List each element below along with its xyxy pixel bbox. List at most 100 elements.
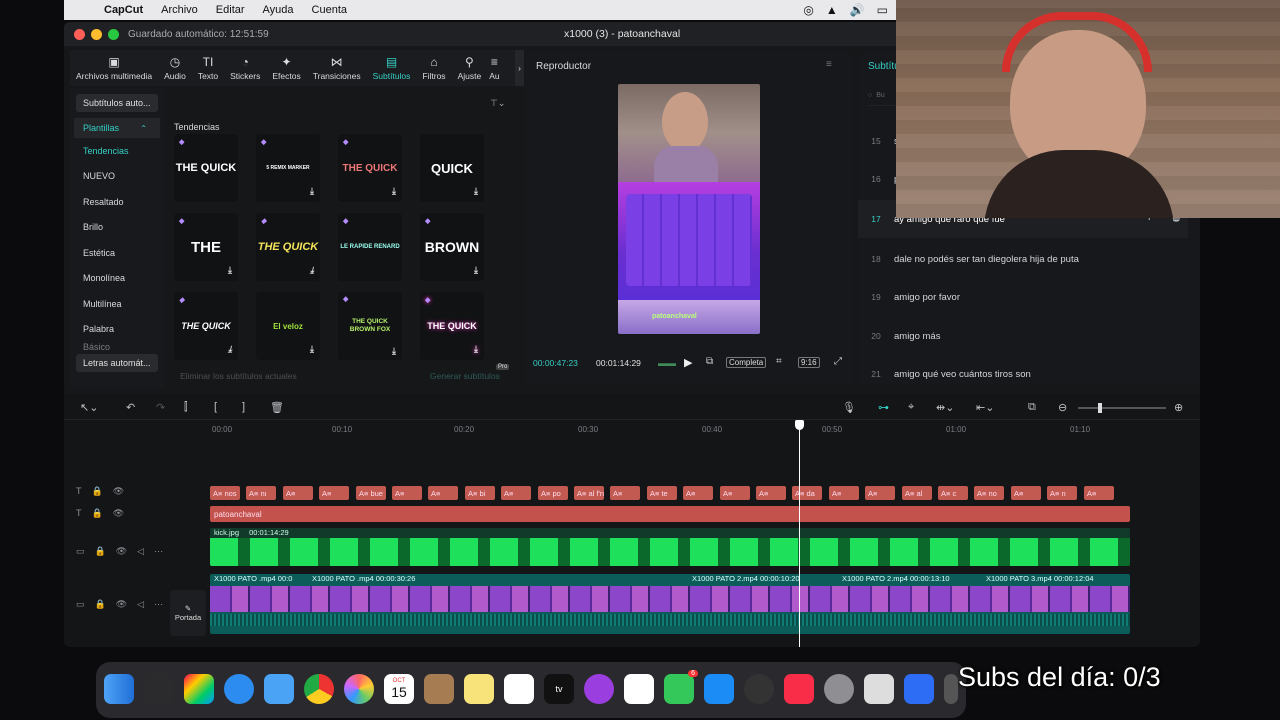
system-settings-icon[interactable]	[824, 674, 854, 704]
template-card[interactable]: ◆ THE QUICK ⤓	[338, 134, 402, 202]
waveform-icon[interactable]: ▬▬	[658, 358, 676, 368]
tool-effects[interactable]: ✦ Efectos	[266, 50, 306, 86]
template-card[interactable]: El veloz ⤓	[256, 292, 320, 360]
lock-icon[interactable]: 🔒	[92, 486, 103, 497]
eye-icon[interactable]: 👁	[116, 546, 127, 557]
finder-icon[interactable]	[104, 674, 134, 704]
podcasts-icon[interactable]	[584, 674, 614, 704]
screenshot-icon[interactable]: ⌗	[776, 356, 782, 367]
battery-icon[interactable]: ▭	[877, 3, 888, 17]
menu-app-name[interactable]: CapCut	[104, 4, 143, 16]
subtitle-clip[interactable]: A≡ bue	[356, 486, 386, 500]
snap-icon[interactable]: ⇤⌄	[976, 401, 994, 414]
split-icon[interactable]: ⫿	[184, 401, 188, 414]
auto-subtitles-button[interactable]: Subtítulos auto...	[76, 94, 158, 112]
more-options-icon[interactable]: ⋯	[154, 546, 163, 557]
tool-stickers[interactable]: ◔ Stickers	[224, 50, 266, 86]
mic-icon[interactable]: 🎙	[842, 401, 856, 414]
row-text[interactable]: amigo qué veo cuántos tiros son	[894, 369, 1031, 380]
tool-subtitles[interactable]: ▤ Subtítulos	[367, 50, 417, 86]
reminders-icon[interactable]	[624, 674, 654, 704]
calendar-icon[interactable]: OCT 15	[384, 674, 414, 704]
contacts-icon[interactable]	[424, 674, 454, 704]
subtitle-clip[interactable]: A≡	[319, 486, 349, 500]
subtitle-clip[interactable]: A≡	[392, 486, 422, 500]
airplay-icon[interactable]: ▲	[826, 3, 838, 17]
mail-icon[interactable]	[264, 674, 294, 704]
subtitle-row[interactable]: 18 dale no podés ser tan diegolera hija d…	[858, 240, 1188, 278]
subtitle-row[interactable]: 20 amigo más	[858, 317, 1188, 355]
template-card[interactable]: ◆ THE QUICK	[174, 134, 238, 202]
zoom-slider-handle[interactable]	[1098, 403, 1102, 413]
tool-text[interactable]: TI Texto	[192, 50, 224, 86]
menu-icon[interactable]: ≡	[826, 59, 832, 70]
subtitle-clip[interactable]: A≡ al f'n	[574, 486, 604, 500]
tool-media[interactable]: ▣ Archivos multimedia	[70, 50, 158, 86]
lock-icon[interactable]: 🔒	[95, 546, 106, 557]
fit-icon[interactable]: ⧉	[1028, 401, 1036, 414]
freeform-icon[interactable]	[504, 674, 534, 704]
eye-icon[interactable]: 👁	[116, 599, 127, 610]
tool-more[interactable]: ≡ Au	[487, 50, 501, 86]
redo-icon[interactable]: ↷	[156, 401, 165, 414]
music-icon[interactable]	[784, 674, 814, 704]
menu-item-palabra[interactable]: Palabra	[70, 317, 164, 343]
aspect-ratio-button[interactable]: 9:16	[798, 357, 820, 368]
capcut-dock-icon[interactable]	[744, 674, 774, 704]
row-text[interactable]: amigo más	[894, 331, 940, 342]
template-card[interactable]: ◆ THE QUICK ⤓	[420, 292, 484, 360]
template-card[interactable]: ◆ THE QUICK ⤓	[174, 292, 238, 360]
eye-icon[interactable]: 👁	[113, 508, 124, 519]
playhead-handle[interactable]	[795, 420, 804, 430]
apple-tv-icon[interactable]: tv	[544, 674, 574, 704]
audio-mute-icon[interactable]: ◁	[137, 546, 144, 557]
subtitle-clip[interactable]: A≡	[865, 486, 895, 500]
subtitle-clip[interactable]: A≡	[1084, 486, 1114, 500]
menu-item-brillo[interactable]: Brillo	[70, 215, 164, 241]
notes-icon[interactable]	[464, 674, 494, 704]
lock-icon[interactable]: 🔒	[92, 508, 103, 519]
subtitle-clip[interactable]: A≡ nos	[210, 486, 240, 500]
split-right-icon[interactable]: ]	[242, 401, 245, 413]
subtitle-row[interactable]: 21 amigo qué veo cuántos tiros son	[858, 355, 1188, 393]
template-card[interactable]: ◆ THE QUICK BROWN FOX ⤓	[338, 292, 402, 360]
time-ruler[interactable]: 00:00 00:10 00:20 00:30 00:40 00:50 01:0…	[210, 422, 1190, 436]
main-video-track[interactable]: X1000 PATO .mp4 00:0 X1000 PATO .mp4 00:…	[210, 574, 1130, 634]
subtitle-clip[interactable]: A≡	[610, 486, 640, 500]
menu-editar[interactable]: Editar	[216, 4, 245, 16]
subtitle-row[interactable]: 19 amigo por favor	[858, 278, 1188, 316]
cover-button[interactable]: ✎ Portada	[170, 590, 206, 636]
image-clip[interactable]: kick.jpg 00:01:14:29	[210, 528, 1130, 566]
eye-icon[interactable]: 👁	[113, 486, 124, 497]
menu-archivo[interactable]: Archivo	[161, 4, 198, 16]
playhead[interactable]	[795, 420, 804, 647]
generate-subtitles-button[interactable]: Generar subtítulos	[430, 371, 500, 381]
template-card[interactable]: ◆ LE RAPIDE RENARD	[338, 213, 402, 281]
volume-icon[interactable]: 🔊	[850, 3, 865, 17]
script-editor-icon[interactable]	[864, 674, 894, 704]
close-window-button[interactable]	[74, 29, 85, 40]
auto-lyrics-button[interactable]: Letras automát...	[76, 354, 158, 372]
subtitle-clip[interactable]: A≡	[428, 486, 458, 500]
template-card[interactable]: ◆ 5 REMIX MARKER ⤓	[256, 134, 320, 202]
template-card[interactable]: ◆ THE ⤓	[174, 213, 238, 281]
subtitle-clip[interactable]: A≡	[720, 486, 750, 500]
subtitle-clip[interactable]: A≡ te	[647, 486, 677, 500]
subtitle-clip[interactable]: A≡ c	[938, 486, 968, 500]
zoom-out-icon[interactable]: ⊖	[1058, 401, 1067, 414]
subtitle-clip[interactable]: A≡ no	[974, 486, 1004, 500]
minimize-window-button[interactable]	[91, 29, 102, 40]
subtitle-clip[interactable]: A≡	[1011, 486, 1041, 500]
text-clip[interactable]: patoanchaval	[210, 506, 1130, 522]
filter-icon[interactable]: ⊤⌄	[490, 98, 505, 109]
tool-audio[interactable]: ◷ Audio	[158, 50, 192, 86]
menu-item-monolinea[interactable]: Monolínea	[70, 266, 164, 292]
subtitle-clip[interactable]: A≡	[756, 486, 786, 500]
messages-icon[interactable]: 6	[664, 670, 698, 704]
zoom-slider[interactable]	[1078, 403, 1166, 413]
preview-quality-button[interactable]: Completa	[726, 357, 767, 368]
subtitle-clip[interactable]: A≡ bi	[465, 486, 495, 500]
play-icon[interactable]: ▶	[684, 356, 692, 369]
launchpad-icon[interactable]	[184, 674, 214, 704]
menu-item-nuevo[interactable]: NUEVO	[70, 164, 164, 190]
